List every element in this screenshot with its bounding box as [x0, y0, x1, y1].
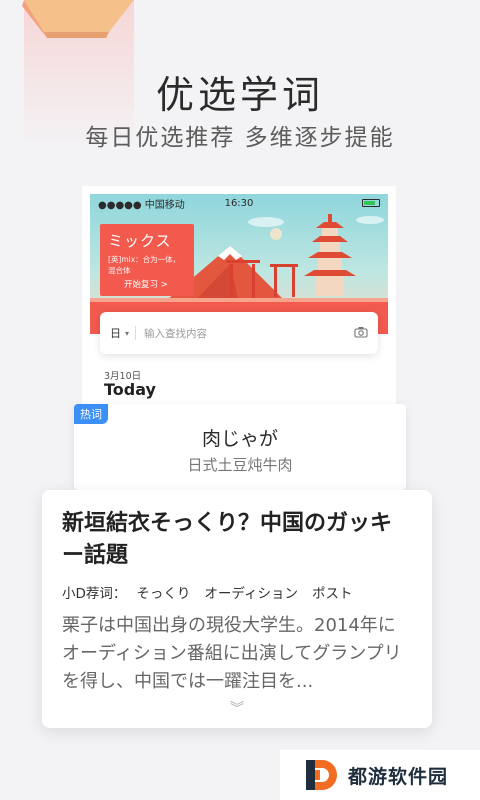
start-review-button[interactable]: 开始复习 >	[124, 278, 168, 290]
search-bar[interactable]: 日 ▾ 输入查找内容	[100, 312, 378, 354]
recommended-word[interactable]: オーディション	[204, 582, 298, 602]
article-card[interactable]: 新垣結衣そっくり？中国のガッキー話題 小D荐词： そっくり オーディション ポス…	[42, 490, 432, 728]
article-title[interactable]: 新垣結衣そっくり？中国のガッキー話題	[62, 508, 412, 572]
brand-name: 都游软件园	[348, 765, 449, 788]
hot-word: 肉じゃが	[201, 428, 278, 450]
recommended-words-label: 小D荐词：	[62, 586, 127, 602]
hot-word-meaning: 日式土豆炖牛肉	[187, 456, 293, 474]
recommended-word[interactable]: ポスト	[312, 582, 353, 602]
divider	[135, 326, 137, 340]
hot-word-badge: 热词	[74, 404, 108, 424]
recommended-word[interactable]: そっくり	[136, 582, 190, 602]
article-excerpt: 栗子は中国出身の現役大学生。2014年にオーディション番組に出演してグランプリを…	[62, 615, 402, 692]
hot-word-card[interactable]: 热词 肉じゃが 日式土豆炖牛肉	[74, 404, 406, 490]
camera-icon[interactable]	[354, 326, 368, 341]
decorative-block	[14, 0, 144, 150]
brand-logo-icon	[306, 760, 337, 790]
clock-label: 16:30	[224, 197, 254, 209]
phone-mockup: ●●●●● 中国移动 16:30 ミックス [英]mix：合为一体，混合体 开始…	[82, 186, 396, 436]
chevron-down-icon[interactable]: ▾	[125, 329, 129, 338]
word-of-day-card[interactable]: ミックス [英]mix：合为一体，混合体 开始复习 >	[100, 224, 194, 296]
search-input[interactable]: 输入查找内容	[144, 326, 354, 341]
word-meaning: [英]mix：合为一体，混合体	[108, 255, 181, 275]
status-bar: ●●●●● 中国移动 16:30	[90, 194, 388, 212]
word-of-day: ミックス	[108, 232, 172, 250]
page-subtitle: 每日优选推荐 多维逐步提能	[85, 125, 395, 151]
today-heading: Today	[104, 380, 156, 399]
page-title: 优选学词	[155, 73, 324, 117]
language-selector[interactable]: 日	[110, 325, 121, 341]
recommended-words: 小D荐词： そっくり オーディション ポスト	[62, 582, 412, 602]
brand-watermark: 都游软件园	[280, 750, 480, 800]
double-chevron-down-icon[interactable]: ︾	[42, 698, 432, 718]
